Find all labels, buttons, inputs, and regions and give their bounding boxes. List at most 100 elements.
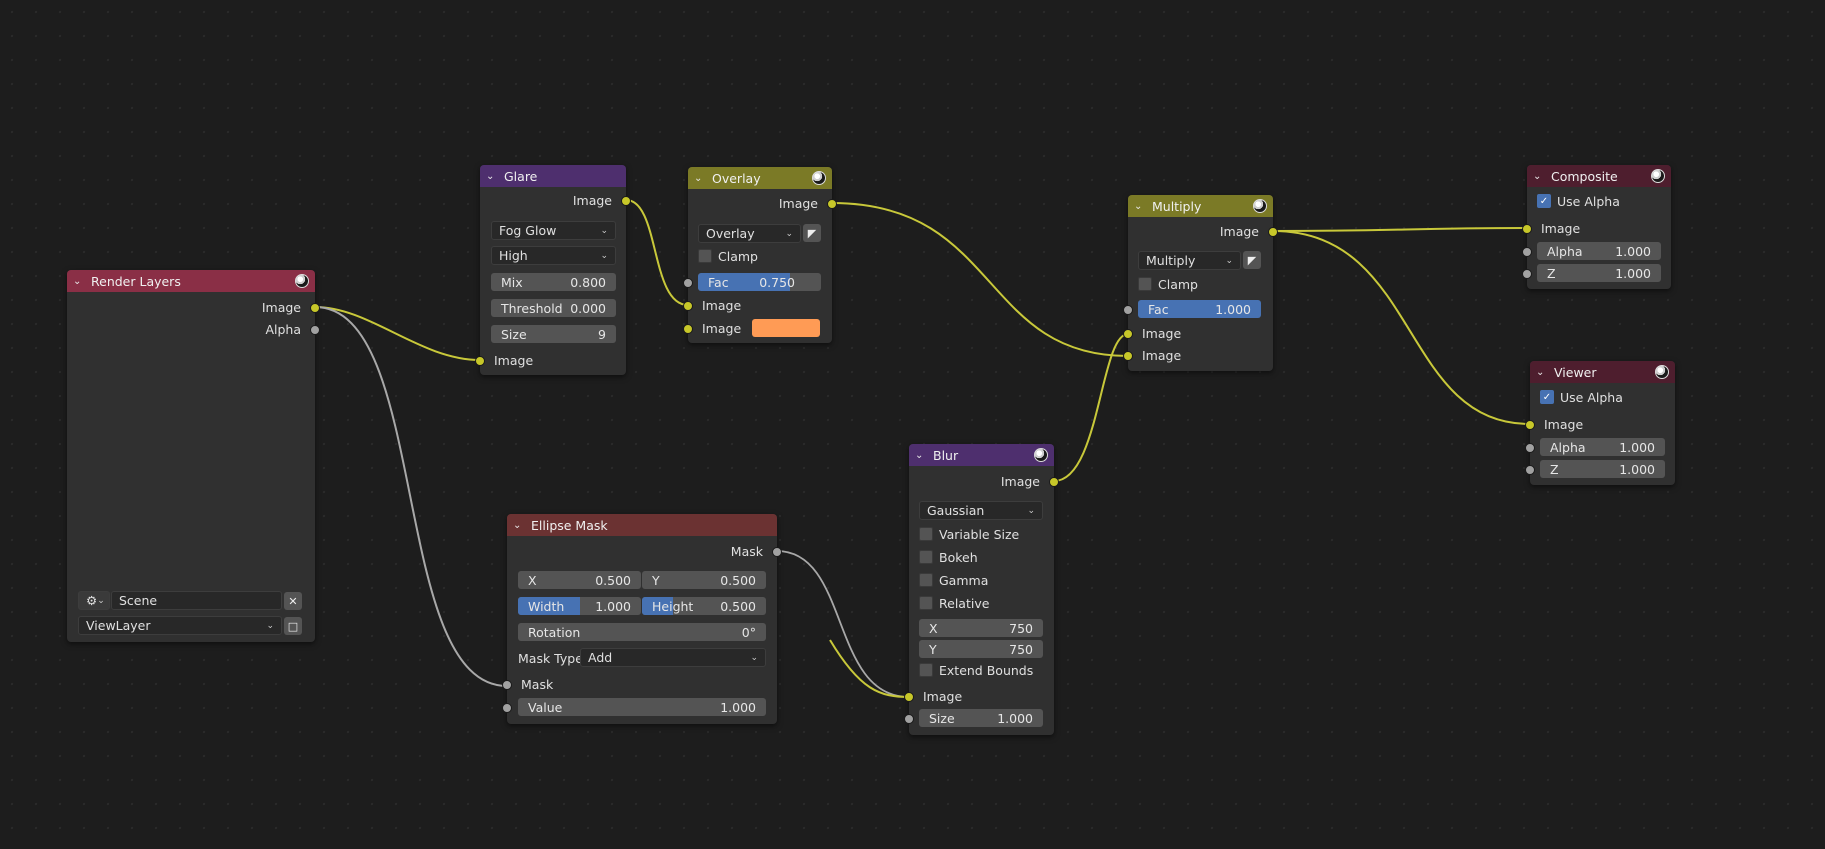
chevron-down-icon[interactable]: ⌄ bbox=[1536, 367, 1548, 378]
render-sphere-icon[interactable] bbox=[1253, 199, 1267, 213]
ellipse-mask-header[interactable]: ⌄ Ellipse Mask bbox=[507, 514, 777, 536]
multiply-node[interactable]: ⌄ Multiply Image Multiply ⌄ ◤ Clamp Fac 1.… bbox=[1123, 195, 1278, 371]
layer-browse-icon[interactable]: □ bbox=[284, 617, 302, 635]
size-field[interactable]: Size 1.000 bbox=[919, 709, 1043, 727]
chevron-down-icon[interactable]: ⌄ bbox=[1533, 171, 1545, 182]
output-image-socket[interactable] bbox=[827, 199, 837, 209]
use-alpha-icon[interactable]: ◤ bbox=[803, 224, 821, 242]
viewer-node[interactable]: ⌄ Viewer ✓ Use Alpha Image Alpha 1.000 Z 1.… bbox=[1525, 361, 1675, 485]
clamp-checkbox[interactable]: Clamp bbox=[1138, 275, 1198, 293]
render-sphere-icon[interactable] bbox=[1651, 169, 1665, 183]
use-alpha-checkbox[interactable]: ✓ Use Alpha bbox=[1540, 388, 1623, 406]
chevron-down-icon[interactable]: ⌄ bbox=[694, 173, 706, 184]
alpha-field[interactable]: Alpha 1.000 bbox=[1537, 242, 1661, 260]
glare-type-select[interactable]: Fog Glow ⌄ bbox=[491, 221, 616, 240]
chevron-down-icon[interactable]: ⌄ bbox=[486, 171, 498, 182]
chevron-down-icon[interactable]: ⌄ bbox=[513, 520, 525, 531]
scene-browse-button[interactable]: ⚙ ⌄ bbox=[78, 591, 110, 610]
composite-header[interactable]: ⌄ Composite bbox=[1527, 165, 1671, 187]
z-socket[interactable] bbox=[1522, 269, 1532, 279]
variable-size-checkbox[interactable]: Variable Size bbox=[919, 525, 1019, 543]
input-mask-socket[interactable] bbox=[502, 680, 512, 690]
color-swatch[interactable] bbox=[752, 319, 820, 337]
size-field[interactable]: Size 9 bbox=[491, 325, 616, 343]
alpha-socket[interactable] bbox=[1525, 443, 1535, 453]
overlay-header[interactable]: ⌄ Overlay bbox=[688, 167, 832, 189]
alpha-socket[interactable] bbox=[1522, 247, 1532, 257]
output-image-socket[interactable] bbox=[1268, 227, 1278, 237]
alpha-field[interactable]: Alpha 1.000 bbox=[1540, 438, 1665, 456]
output-image-socket[interactable] bbox=[310, 303, 320, 313]
output-alpha-socket[interactable] bbox=[310, 325, 320, 335]
fac-socket[interactable] bbox=[1123, 305, 1133, 315]
ellipse-mask-node[interactable]: ⌄ Ellipse Mask Mask X 0.500 Y 0.500 Width … bbox=[502, 514, 782, 724]
input-image-socket[interactable] bbox=[1525, 420, 1535, 430]
render-layers-node[interactable]: ⌄ Render Layers Image Alpha ⚙ ⌄ Scene ✕ V… bbox=[67, 270, 320, 642]
render-sphere-icon[interactable] bbox=[295, 274, 309, 288]
mask-type-select[interactable]: Add ⌄ bbox=[580, 648, 766, 667]
gamma-checkbox[interactable]: Gamma bbox=[919, 571, 988, 589]
multiply-header[interactable]: ⌄ Multiply bbox=[1128, 195, 1273, 217]
close-icon[interactable]: ✕ bbox=[284, 592, 302, 610]
blur-node[interactable]: ⌄ Blur Image Gaussian ⌄ Variable Size Bok… bbox=[904, 444, 1059, 735]
output-image-label: Image bbox=[572, 192, 612, 208]
mix-field[interactable]: Mix 0.800 bbox=[491, 273, 616, 291]
render-sphere-icon[interactable] bbox=[1034, 448, 1048, 462]
x-field[interactable]: X 750 bbox=[919, 619, 1043, 637]
chevron-down-icon[interactable]: ⌄ bbox=[1134, 201, 1146, 212]
scene-name-field[interactable]: Scene bbox=[111, 591, 282, 610]
clamp-checkbox[interactable]: Clamp bbox=[698, 247, 758, 265]
blend-mode-select[interactable]: Overlay ⌄ bbox=[698, 224, 801, 243]
output-image-socket[interactable] bbox=[1049, 477, 1059, 487]
output-mask-socket[interactable] bbox=[772, 547, 782, 557]
input-image-socket[interactable] bbox=[904, 692, 914, 702]
viewer-header[interactable]: ⌄ Viewer bbox=[1530, 361, 1675, 383]
output-image-socket[interactable] bbox=[621, 196, 631, 206]
blur-header[interactable]: ⌄ Blur bbox=[909, 444, 1054, 466]
render-sphere-icon[interactable] bbox=[1655, 365, 1669, 379]
input-image-socket-1[interactable] bbox=[1123, 329, 1133, 339]
use-alpha-icon[interactable]: ◤ bbox=[1243, 251, 1261, 269]
width-field[interactable]: Width 1.000 bbox=[518, 597, 641, 615]
view-layer-select[interactable]: ViewLayer ⌄ bbox=[78, 616, 282, 635]
rotation-field[interactable]: Rotation 0° bbox=[518, 623, 766, 641]
input-image-socket-2[interactable] bbox=[683, 324, 693, 334]
output-image-row: Image bbox=[480, 190, 626, 210]
y-field[interactable]: Y 750 bbox=[919, 640, 1043, 658]
z-field[interactable]: Z 1.000 bbox=[1537, 264, 1661, 282]
relative-checkbox[interactable]: Relative bbox=[919, 594, 989, 612]
x-field[interactable]: X 0.500 bbox=[518, 571, 641, 589]
overlay-node[interactable]: ⌄ Overlay Image Overlay ⌄ ◤ Clamp Fac 0.7… bbox=[683, 167, 837, 343]
use-alpha-checkbox[interactable]: ✓ Use Alpha bbox=[1537, 192, 1620, 210]
bokeh-checkbox[interactable]: Bokeh bbox=[919, 548, 978, 566]
chevron-down-icon[interactable]: ⌄ bbox=[915, 450, 927, 461]
blend-mode-select[interactable]: Multiply ⌄ bbox=[1138, 251, 1241, 270]
composite-node[interactable]: ⌄ Composite ✓ Use Alpha Image Alpha 1.000 … bbox=[1522, 165, 1671, 289]
node-title: Composite bbox=[1551, 168, 1618, 184]
y-field[interactable]: Y 0.500 bbox=[642, 571, 766, 589]
height-field[interactable]: Height 0.500 bbox=[642, 597, 766, 615]
input-image-socket[interactable] bbox=[1522, 224, 1532, 234]
size-value: 1.000 bbox=[997, 710, 1033, 726]
z-socket[interactable] bbox=[1525, 465, 1535, 475]
chevron-down-icon[interactable]: ⌄ bbox=[73, 276, 85, 287]
filter-type-select[interactable]: Gaussian ⌄ bbox=[919, 501, 1043, 520]
fac-socket[interactable] bbox=[683, 278, 693, 288]
glare-quality-select[interactable]: High ⌄ bbox=[491, 246, 616, 265]
value-field[interactable]: Value 1.000 bbox=[518, 698, 766, 716]
render-layers-header[interactable]: ⌄ Render Layers bbox=[67, 270, 315, 292]
value-socket[interactable] bbox=[502, 703, 512, 713]
threshold-field[interactable]: Threshold 0.000 bbox=[491, 299, 616, 317]
z-field[interactable]: Z 1.000 bbox=[1540, 460, 1665, 478]
glare-node[interactable]: ⌄ Glare Image Fog Glow ⌄ High ⌄ Mix 0.800 T… bbox=[475, 165, 631, 375]
size-socket[interactable] bbox=[904, 714, 914, 724]
fac-field[interactable]: Fac 0.750 bbox=[698, 273, 821, 291]
glare-quality-text: High bbox=[499, 248, 528, 263]
extend-bounds-checkbox[interactable]: Extend Bounds bbox=[919, 661, 1033, 679]
render-sphere-icon[interactable] bbox=[812, 171, 826, 185]
input-image-socket[interactable] bbox=[475, 356, 485, 366]
input-image-socket-2[interactable] bbox=[1123, 351, 1133, 361]
fac-field[interactable]: Fac 1.000 bbox=[1138, 300, 1261, 318]
input-image-socket-1[interactable] bbox=[683, 301, 693, 311]
glare-header[interactable]: ⌄ Glare bbox=[480, 165, 626, 187]
